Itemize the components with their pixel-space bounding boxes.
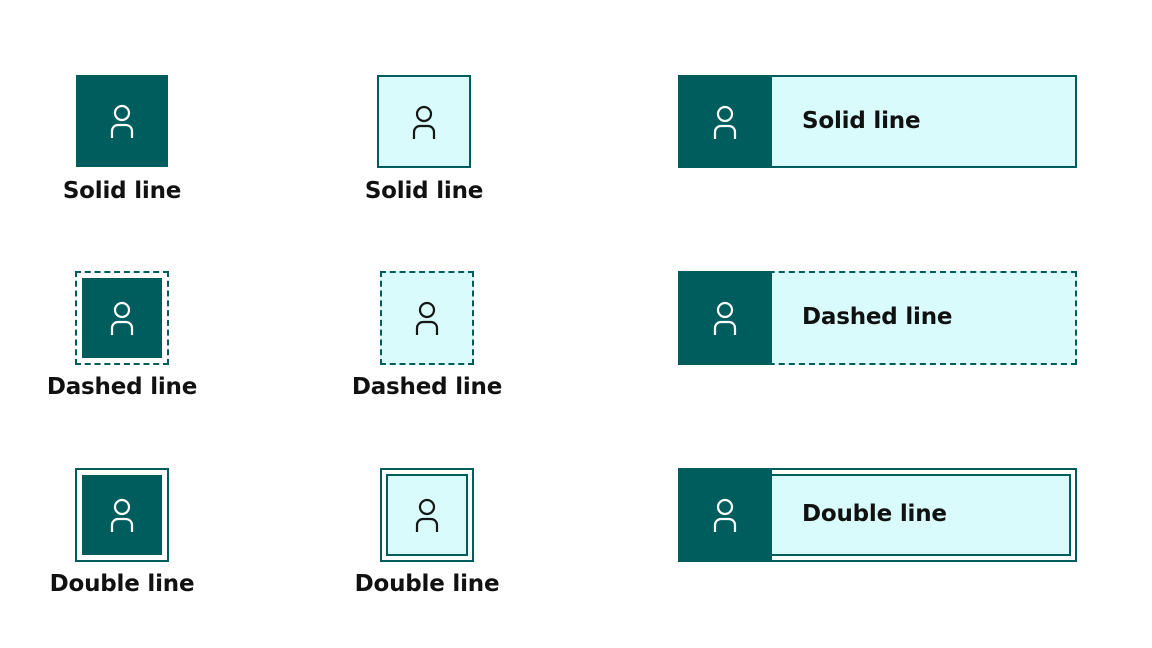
user-icon [110, 104, 134, 138]
light-node-solid [377, 75, 471, 168]
dark-node-dashed [75, 271, 169, 365]
icon-block [678, 468, 772, 562]
user-icon [713, 301, 737, 335]
wide-node-dashed: Dashed line [678, 271, 1077, 365]
icon-block [678, 75, 772, 168]
node-label: Double line [354, 571, 500, 597]
user-icon [713, 498, 737, 532]
node-label: Dashed line [802, 304, 953, 330]
wide-node-double: Double line [678, 468, 1077, 562]
user-icon [415, 498, 439, 532]
dark-node-solid [76, 75, 168, 167]
user-icon [713, 105, 737, 139]
node-label: Dashed line [46, 374, 198, 400]
user-icon [110, 301, 134, 335]
light-node-dashed [380, 271, 474, 365]
user-icon [412, 105, 436, 139]
light-node-double [380, 468, 474, 562]
wide-node-solid: Solid line [678, 75, 1077, 168]
node-label: Solid line [802, 108, 921, 134]
dark-node-double [75, 468, 169, 562]
node-label: Solid line [62, 178, 182, 204]
node-label: Solid line [364, 178, 484, 204]
user-icon [110, 498, 134, 532]
node-label: Dashed line [351, 374, 503, 400]
node-label: Double line [49, 571, 195, 597]
icon-block [678, 271, 772, 365]
user-icon [415, 301, 439, 335]
node-label: Double line [802, 501, 947, 527]
